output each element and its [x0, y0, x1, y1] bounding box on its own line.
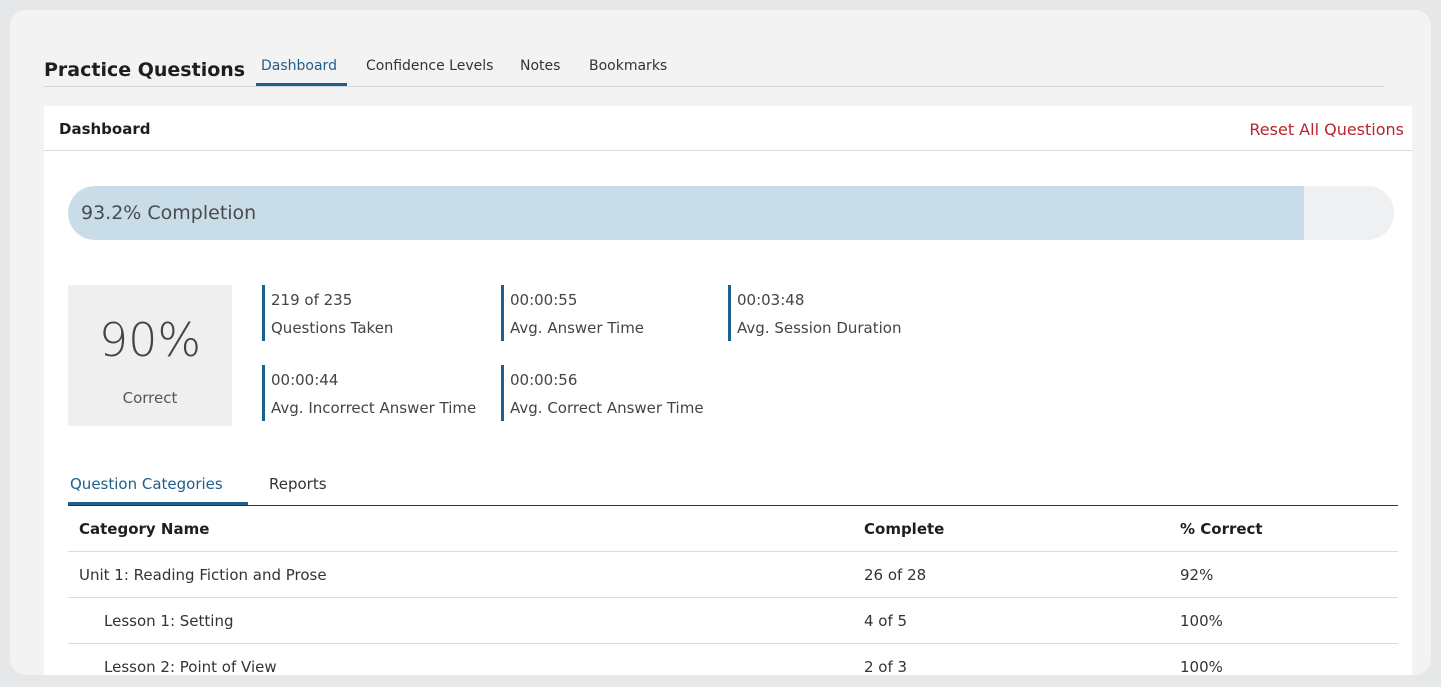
completion-progress-bar: 93.2% Completion: [68, 186, 1394, 240]
app-window: Practice Questions Dashboard Confidence …: [10, 10, 1431, 675]
tab-notes[interactable]: Notes: [520, 58, 560, 74]
category-complete: 26 of 28: [864, 566, 927, 584]
category-name: Unit 1: Reading Fiction and Prose: [79, 566, 327, 584]
category-name: Lesson 1: Setting: [104, 612, 234, 630]
stat-avg-session-duration: 00:03:48 Avg. Session Duration: [728, 285, 901, 341]
stat-questions-taken: 219 of 235 Questions Taken: [262, 285, 393, 341]
stat-label: Avg. Incorrect Answer Time: [271, 399, 477, 417]
column-header-percent-correct[interactable]: % Correct: [1180, 520, 1263, 538]
panel-header: Dashboard Reset All Questions: [44, 106, 1412, 151]
stat-avg-correct-answer-time: 00:00:56 Avg. Correct Answer Time: [501, 365, 704, 421]
column-header-complete[interactable]: Complete: [864, 520, 944, 538]
active-tab-indicator: [256, 83, 347, 86]
stat-label: Avg. Session Duration: [737, 319, 902, 337]
category-name: Lesson 2: Point of View: [104, 658, 277, 675]
category-percent-correct: 100%: [1180, 612, 1223, 630]
stat-label: Avg. Correct Answer Time: [510, 399, 704, 417]
stat-avg-answer-time: 00:00:55 Avg. Answer Time: [501, 285, 644, 341]
tab-reports[interactable]: Reports: [269, 475, 327, 493]
app-title: Practice Questions: [44, 59, 246, 81]
completion-label: 93.2% Completion: [81, 202, 257, 224]
tab-dashboard[interactable]: Dashboard: [261, 58, 337, 74]
category-tabs: Question Categories Reports: [68, 464, 1398, 506]
stat-avg-incorrect-answer-time: 00:00:44 Avg. Incorrect Answer Time: [262, 365, 476, 421]
category-complete: 2 of 3: [864, 658, 908, 675]
score-card: 90% Correct: [68, 285, 232, 426]
top-nav: Practice Questions Dashboard Confidence …: [44, 48, 1384, 87]
column-header-category-name[interactable]: Category Name: [79, 520, 209, 538]
stat-value: 00:00:55: [510, 291, 578, 309]
stat-value: 219 of 235: [271, 291, 353, 309]
categories-table: Category Name Complete % Correct Unit 1:…: [68, 506, 1398, 675]
dashboard-panel: Dashboard Reset All Questions 93.2% Comp…: [44, 106, 1412, 675]
panel-title: Dashboard: [59, 120, 151, 138]
table-header-row: Category Name Complete % Correct: [68, 506, 1398, 552]
score-label: Correct: [122, 389, 178, 407]
active-subtab-indicator: [68, 502, 248, 505]
category-percent-correct: 100%: [1180, 658, 1223, 675]
reset-all-questions-link[interactable]: Reset All Questions: [1249, 120, 1404, 139]
table-row[interactable]: Unit 1: Reading Fiction and Prose 26 of …: [68, 552, 1398, 598]
stat-value: 00:00:44: [271, 371, 339, 389]
category-percent-correct: 92%: [1180, 566, 1214, 584]
table-row[interactable]: Lesson 2: Point of View 2 of 3 100%: [68, 644, 1398, 675]
category-complete: 4 of 5: [864, 612, 908, 630]
tab-bookmarks[interactable]: Bookmarks: [589, 58, 667, 74]
stat-label: Questions Taken: [271, 319, 394, 337]
table-row[interactable]: Lesson 1: Setting 4 of 5 100%: [68, 598, 1398, 644]
score-value: 90%: [98, 313, 202, 367]
stat-value: 00:03:48: [737, 291, 805, 309]
tab-confidence-levels[interactable]: Confidence Levels: [366, 58, 493, 74]
stat-label: Avg. Answer Time: [510, 319, 645, 337]
stat-value: 00:00:56: [510, 371, 578, 389]
tab-question-categories[interactable]: Question Categories: [70, 475, 223, 493]
